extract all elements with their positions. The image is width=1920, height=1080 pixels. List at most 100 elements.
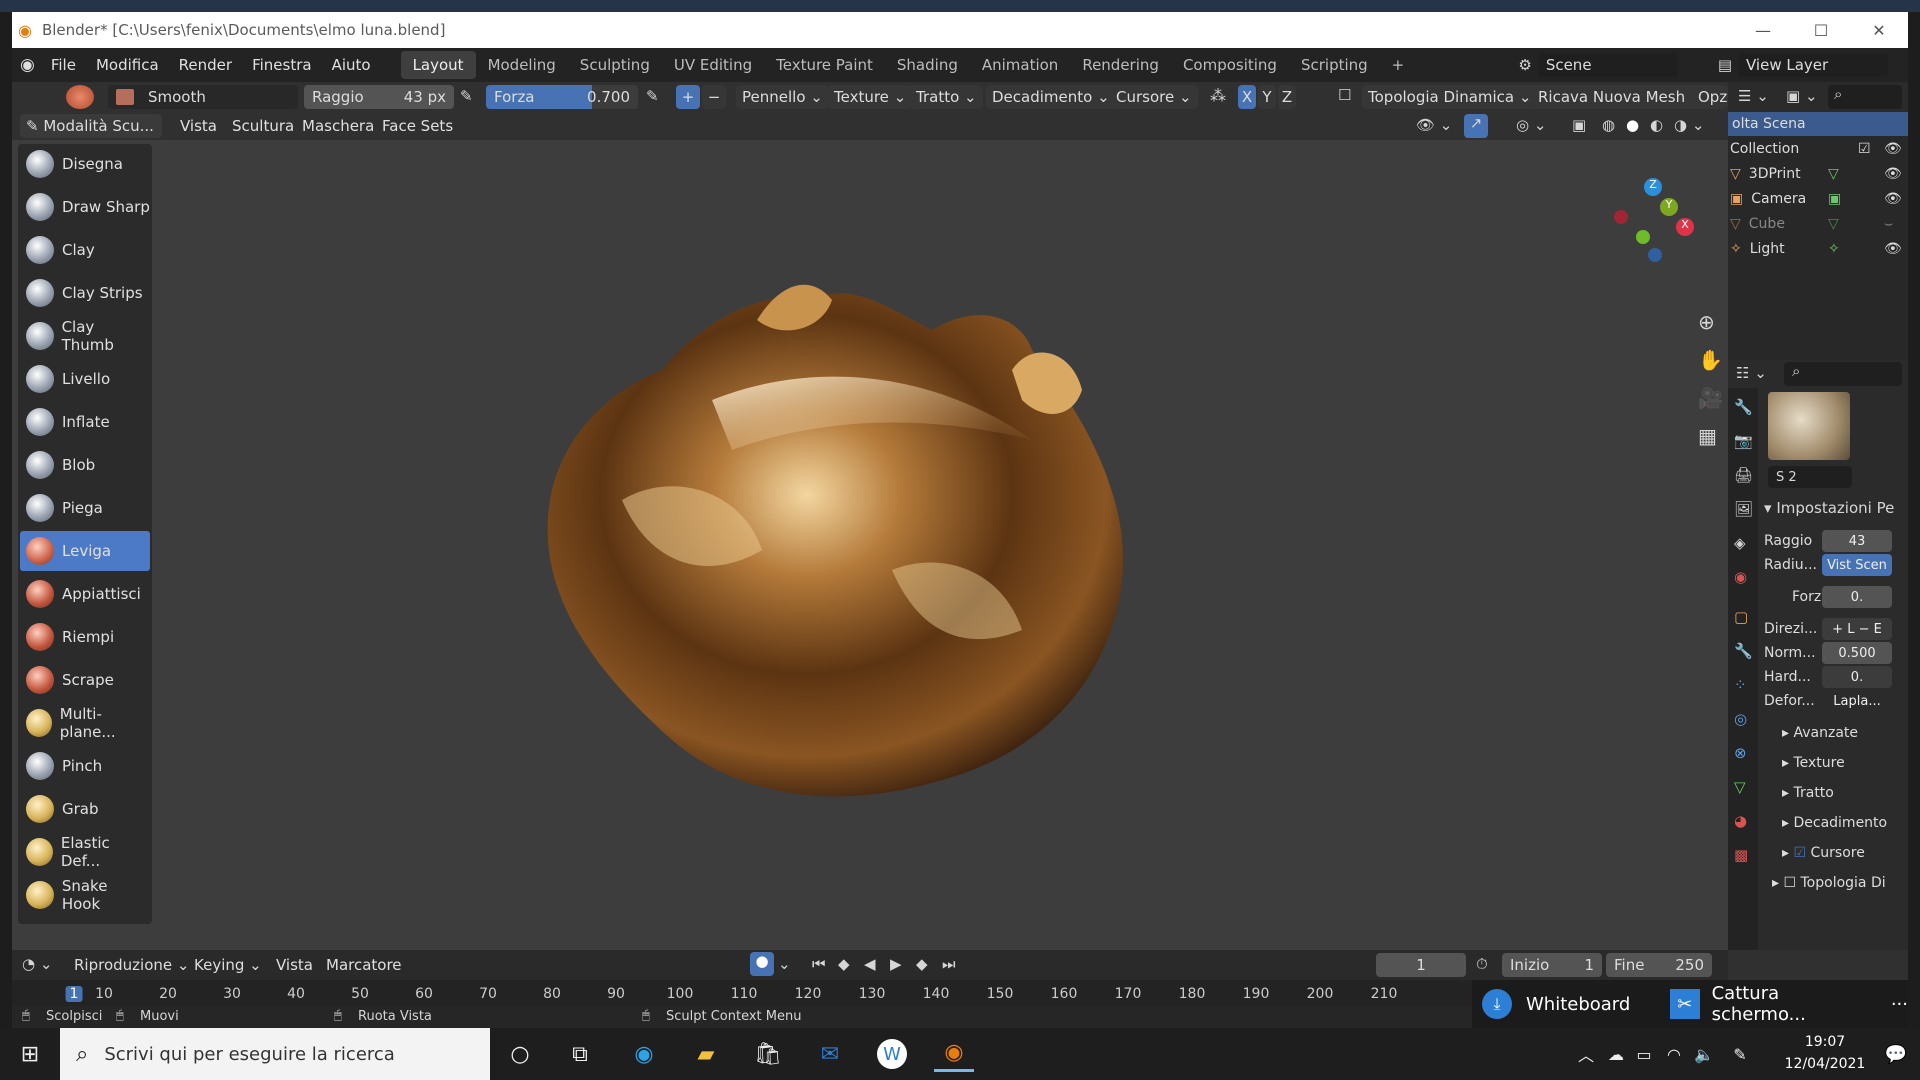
tool-clay[interactable]: Clay bbox=[20, 230, 150, 270]
menu-face-sets[interactable]: Face Sets bbox=[372, 117, 463, 135]
mirror-z-toggle[interactable]: Z bbox=[1278, 85, 1296, 109]
pennello-dropdown[interactable]: Pennello ⌄ bbox=[736, 85, 829, 109]
tool-appiattisci[interactable]: Appiattisci bbox=[20, 574, 150, 614]
mail-icon[interactable]: ✉ bbox=[810, 1036, 850, 1072]
subpanel-cursore[interactable]: ▸ ☑ Cursore bbox=[1782, 842, 1865, 864]
dyntopo-checkbox[interactable]: ☐ bbox=[1338, 86, 1351, 104]
item-eye-icon[interactable]: 👁 bbox=[1884, 166, 1902, 182]
blender-app-icon[interactable]: ◉ bbox=[934, 1036, 974, 1072]
wireframe-shading-icon[interactable]: ◍ bbox=[1602, 116, 1615, 134]
tab-rendering[interactable]: Rendering bbox=[1070, 51, 1171, 79]
view-layer-icon[interactable]: ▤ bbox=[1718, 56, 1732, 74]
outliner-item-3dprint[interactable]: ▽ 3DPrint ▽ 👁 bbox=[1728, 162, 1908, 186]
tool-elastic-deform[interactable]: Elastic Def... bbox=[20, 832, 150, 872]
outliner-item-cube[interactable]: ▽ Cube ▽ ⌣ bbox=[1728, 212, 1908, 236]
overlay-icon[interactable]: ◎ ⌄ bbox=[1516, 116, 1546, 134]
tool-blob[interactable]: Blob bbox=[20, 445, 150, 485]
menu-render[interactable]: Render bbox=[169, 56, 242, 74]
mirror-y-toggle[interactable]: Y bbox=[1258, 85, 1276, 109]
add-direction-button[interactable]: + bbox=[676, 85, 700, 109]
subpanel-decadimento[interactable]: ▸ Decadimento bbox=[1782, 812, 1887, 834]
outliner-item-light[interactable]: ✧ Light ✧ 👁 bbox=[1728, 237, 1908, 261]
prop-hardness-value[interactable]: 0. bbox=[1822, 666, 1892, 688]
marcatore-menu[interactable]: Marcatore bbox=[316, 956, 412, 974]
display-mode-icon[interactable]: ▣ ⌄ bbox=[1786, 87, 1818, 105]
navigation-gizmo[interactable]: Z Y X bbox=[1612, 178, 1702, 270]
tool-livello[interactable]: Livello bbox=[20, 359, 150, 399]
outliner-item-camera[interactable]: ▣ Camera ▣ 👁 bbox=[1728, 187, 1908, 211]
item-eye-icon[interactable]: 👁 bbox=[1884, 241, 1902, 257]
prop-radius-unit-value[interactable]: Vist Scen bbox=[1822, 554, 1892, 576]
timeline-editor-icon[interactable]: ◔ ⌄ bbox=[22, 955, 52, 973]
start-frame-field[interactable]: Inizio 1 bbox=[1502, 953, 1602, 977]
action-center-icon[interactable]: 💬 bbox=[1876, 1036, 1916, 1072]
tab-modeling[interactable]: Modeling bbox=[476, 51, 568, 79]
outliner-scene-collection[interactable]: olta Scena bbox=[1728, 112, 1908, 136]
volume-icon[interactable]: 🔈 bbox=[1684, 1036, 1724, 1072]
strength-pressure-icon[interactable]: ✎ bbox=[646, 87, 659, 105]
material-shading-icon[interactable]: ◐ bbox=[1650, 116, 1663, 134]
material-tab-icon[interactable]: ◕ bbox=[1734, 812, 1747, 830]
minimize-button[interactable]: — bbox=[1734, 12, 1792, 48]
whiteboard-notification[interactable]: ⤓ Whiteboard bbox=[1472, 980, 1658, 1028]
zoom-icon[interactable]: ⊕ bbox=[1698, 310, 1715, 334]
record-button[interactable]: ● bbox=[750, 952, 774, 976]
prop-normal-value[interactable]: 0.500 bbox=[1822, 642, 1892, 664]
scene-field[interactable]: Scene bbox=[1537, 53, 1678, 77]
menu-maschera[interactable]: Maschera bbox=[292, 117, 384, 135]
tool-leviga[interactable]: Leviga bbox=[20, 531, 150, 571]
render-tab-icon[interactable]: 📷 bbox=[1734, 432, 1753, 450]
gizmo-z-axis[interactable]: Z bbox=[1644, 178, 1662, 196]
gizmo-neg-x[interactable] bbox=[1614, 210, 1628, 224]
tool-inflate[interactable]: Inflate bbox=[20, 402, 150, 442]
tool-snake-hook[interactable]: Snake Hook bbox=[20, 875, 150, 915]
physics-tab-icon[interactable]: ◎ bbox=[1734, 710, 1747, 728]
subpanel-texture[interactable]: ▸ Texture bbox=[1782, 752, 1845, 774]
maximize-button[interactable]: ☐ bbox=[1792, 12, 1850, 48]
solid-shading-icon[interactable]: ● bbox=[1626, 116, 1639, 134]
play-icon[interactable]: ▶ bbox=[890, 955, 902, 973]
pen-workspace-icon[interactable]: ✎ bbox=[1720, 1036, 1760, 1072]
tab-animation[interactable]: Animation bbox=[970, 51, 1070, 79]
play-reverse-icon[interactable]: ◀ bbox=[864, 955, 876, 973]
decadimento-dropdown[interactable]: Decadimento ⌄ bbox=[986, 85, 1116, 109]
gizmo-neg-z[interactable] bbox=[1648, 248, 1662, 262]
jump-start-icon[interactable]: ⏮ bbox=[812, 955, 826, 973]
clock-icon[interactable]: ⏱ bbox=[1476, 955, 1488, 973]
constraints-tab-icon[interactable]: ⊗ bbox=[1734, 744, 1747, 762]
impostazioni-panel-header[interactable]: ▾ Impostazioni Pe bbox=[1764, 496, 1908, 520]
close-button[interactable]: ✕ bbox=[1850, 12, 1908, 48]
radius-pressure-icon[interactable]: ✎ bbox=[460, 87, 473, 105]
taskbar-date[interactable]: 12/04/2021 bbox=[1770, 1056, 1880, 1072]
cursore-checkbox[interactable]: ☑ bbox=[1793, 845, 1806, 861]
file-explorer-icon[interactable]: ▰ bbox=[686, 1036, 726, 1072]
3d-viewport[interactable]: Disegna Draw Sharp Clay Clay Strips Clay… bbox=[12, 140, 1728, 950]
editor-type-icon[interactable]: ☷ ⌄ bbox=[1736, 364, 1767, 382]
prop-direzione-value[interactable]: + L − E bbox=[1822, 618, 1892, 640]
menu-vista[interactable]: Vista bbox=[170, 117, 227, 135]
current-frame-field[interactable]: 1 bbox=[1376, 953, 1466, 977]
tool-draw-sharp[interactable]: Draw Sharp bbox=[20, 187, 150, 227]
end-frame-field[interactable]: Fine 250 bbox=[1606, 953, 1712, 977]
collection-checkbox[interactable]: ☑ bbox=[1858, 141, 1871, 157]
texture-tab-icon[interactable]: ▩ bbox=[1734, 846, 1748, 864]
view-layer-field[interactable]: View Layer bbox=[1738, 53, 1888, 77]
properties-search-icon[interactable]: ⌕ bbox=[1784, 362, 1902, 386]
blender-menu-icon[interactable]: ◉ bbox=[20, 55, 35, 75]
data-tab-icon[interactable]: ▽ bbox=[1734, 778, 1746, 796]
cortana-icon[interactable]: ○ bbox=[500, 1036, 540, 1072]
store-icon[interactable]: 🛍 bbox=[748, 1036, 788, 1072]
prop-forza-value[interactable]: 0. bbox=[1822, 586, 1892, 608]
subpanel-tratto[interactable]: ▸ Tratto bbox=[1782, 782, 1834, 804]
radius-field[interactable]: Raggio 43 px bbox=[304, 85, 454, 109]
gizmo-toggle-icon[interactable]: ↗ bbox=[1464, 114, 1488, 138]
scene-tab-icon[interactable]: ◈ bbox=[1734, 534, 1746, 552]
start-button-icon[interactable]: ⊞ bbox=[10, 1036, 50, 1072]
subpanel-topologia[interactable]: ▸ ☐ Topologia Di bbox=[1772, 872, 1886, 894]
more-options-icon[interactable]: ··· bbox=[1891, 994, 1908, 1015]
camera-view-icon[interactable]: 🎥 bbox=[1698, 386, 1723, 410]
visibility-icon[interactable]: 👁 ⌄ bbox=[1416, 116, 1452, 134]
tool-multi-plane[interactable]: Multi-plane... bbox=[20, 703, 150, 743]
collection-eye-icon[interactable]: 👁 bbox=[1884, 141, 1902, 157]
tool-tab-icon[interactable]: 🔧 bbox=[1734, 398, 1753, 416]
